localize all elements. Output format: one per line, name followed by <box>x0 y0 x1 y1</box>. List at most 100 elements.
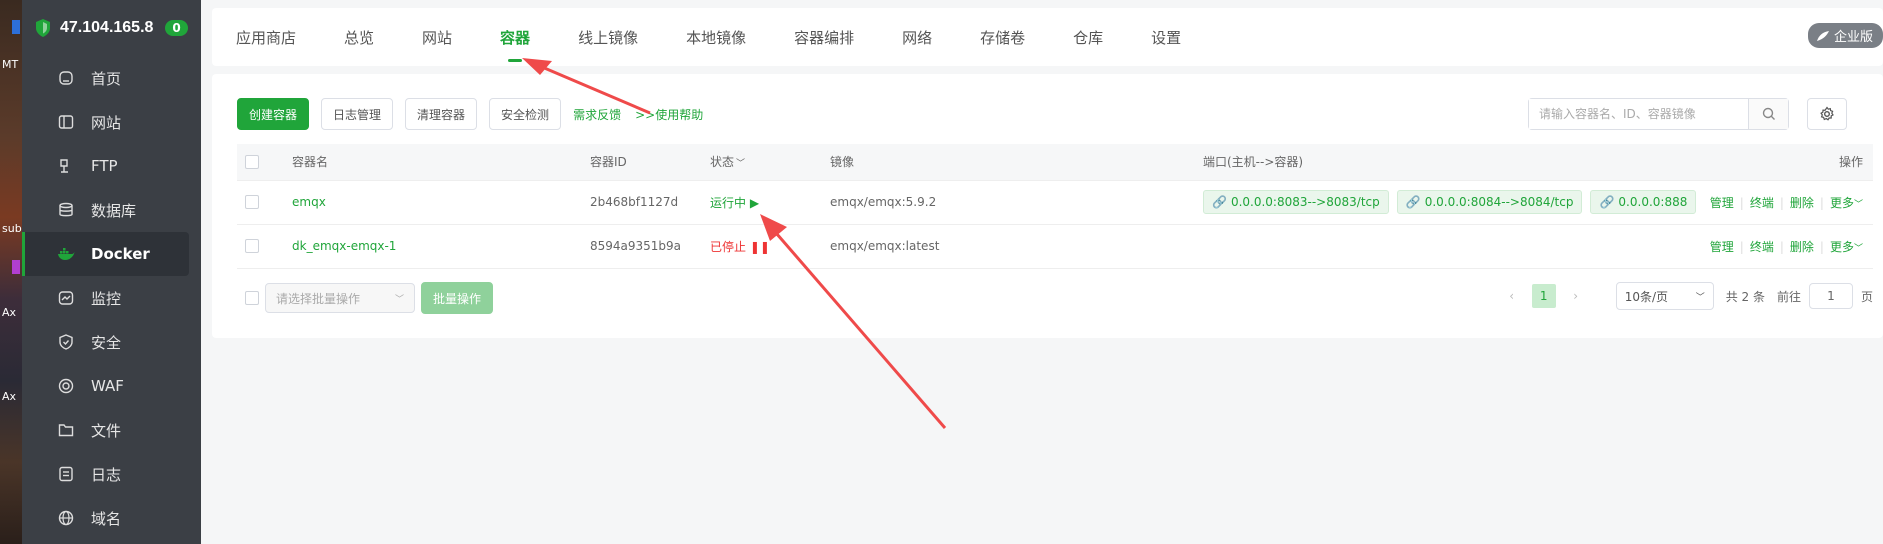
settings-button[interactable] <box>1807 98 1847 130</box>
manage-link[interactable]: 管理 <box>1710 196 1734 210</box>
container-image: emqx/emqx:5.9.2 <box>830 180 1203 225</box>
create-container-button[interactable]: 创建容器 <box>237 98 310 130</box>
table-row: emqx 2b468bf1127d 运行中 ▶ emqx/emqx:5.9.2 … <box>237 180 1873 225</box>
status-stopped[interactable]: 已停止 ❚❚ <box>710 240 770 254</box>
globe-icon <box>57 509 75 527</box>
container-name-link[interactable]: emqx <box>292 195 326 209</box>
goto-page-input[interactable]: 1 <box>1808 283 1853 309</box>
table-row: dk_emqx-emqx-1 8594a9351b9a 已停止 ❚❚ emqx/… <box>237 224 1873 269</box>
monitor-icon <box>57 289 75 307</box>
status-label: 运行中 <box>710 195 747 210</box>
sidebar-item-monitor[interactable]: 监控 <box>22 276 201 320</box>
sidebar-item-logs[interactable]: 日志 <box>22 452 201 496</box>
port-tag[interactable]: 🔗 0.0.0.0:8083-->8083/tcp <box>1203 190 1389 214</box>
tab-volumes[interactable]: 存储卷 <box>980 27 1025 48</box>
status-label: 已停止 <box>710 239 747 254</box>
desktop-background: MT sub Ax Ax <box>0 0 22 544</box>
port-tag-label: 0.0.0.0:8084-->8084/tcp <box>1424 195 1574 209</box>
tab-compose[interactable]: 容器编排 <box>794 27 854 48</box>
tab-settings[interactable]: 设置 <box>1151 27 1181 48</box>
desktop-label: Ax <box>2 390 17 403</box>
pause-icon: ❚❚ <box>749 239 770 254</box>
port-tag[interactable]: 🔗 0.0.0.0:888 <box>1590 190 1697 214</box>
select-all-checkbox[interactable] <box>245 155 259 169</box>
log-management-button[interactable]: 日志管理 <box>321 98 394 130</box>
col-image: 镜像 <box>830 144 1203 181</box>
container-search <box>1528 98 1789 130</box>
sidebar-item-home[interactable]: 首页 <box>22 56 201 100</box>
search-input[interactable] <box>1529 99 1748 129</box>
page-size-select[interactable]: 10条/页 ﹀ <box>1615 282 1714 310</box>
enterprise-icon <box>1816 30 1829 41</box>
desktop-icon <box>12 260 20 274</box>
ftp-icon <box>57 157 75 175</box>
status-running[interactable]: 运行中 ▶ <box>710 196 759 210</box>
more-link[interactable]: 更多﹀ <box>1830 240 1863 254</box>
row-checkbox[interactable] <box>245 195 259 210</box>
col-status-label: 状态 <box>710 155 735 170</box>
server-ip: 47.104.165.8 <box>60 19 154 36</box>
delete-link[interactable]: 删除 <box>1790 240 1814 254</box>
sidebar-item-docker[interactable]: Docker <box>22 232 189 276</box>
sidebar-item-domain[interactable]: 域名 <box>22 496 201 540</box>
sidebar-header: 47.104.165.8 0 <box>22 0 201 56</box>
prev-page-button[interactable]: ‹ <box>1500 284 1524 308</box>
sidebar-item-database[interactable]: 数据库 <box>22 188 201 232</box>
delete-link[interactable]: 删除 <box>1790 196 1814 210</box>
link-icon: 🔗 <box>1599 195 1615 209</box>
next-page-button[interactable]: › <box>1564 284 1588 308</box>
tab-containers[interactable]: 容器 <box>500 27 530 48</box>
sidebar-item-label: FTP <box>91 157 118 175</box>
tab-local-images[interactable]: 本地镜像 <box>686 27 746 48</box>
container-id: 8594a9351b9a <box>590 224 710 269</box>
batch-action-button[interactable]: 批量操作 <box>421 282 494 314</box>
tab-online-images[interactable]: 线上镜像 <box>578 27 638 48</box>
goto-label: 前往 <box>1776 289 1801 304</box>
manage-link[interactable]: 管理 <box>1710 240 1734 254</box>
container-id: 2b468bf1127d <box>590 180 710 225</box>
website-icon <box>57 113 75 131</box>
tab-overview[interactable]: 总览 <box>344 27 374 48</box>
chevron-down-icon: ﹀ <box>736 159 746 170</box>
sidebar-item-files[interactable]: 文件 <box>22 408 201 452</box>
security-check-button[interactable]: 安全检测 <box>489 98 562 130</box>
sidebar-item-website[interactable]: 网站 <box>22 100 201 144</box>
docker-icon <box>57 245 75 263</box>
folder-icon <box>57 421 75 439</box>
sidebar-item-security[interactable]: 安全 <box>22 320 201 364</box>
batch-action-select[interactable]: 请选择批量操作 ﹀ <box>265 283 415 313</box>
col-ops: 操作 <box>1700 144 1873 181</box>
more-link[interactable]: 更多﹀ <box>1830 196 1863 210</box>
desktop-label: Ax <box>2 306 17 319</box>
alert-badge[interactable]: 0 <box>165 20 188 36</box>
gear-icon <box>1820 106 1834 121</box>
clean-containers-button[interactable]: 清理容器 <box>405 98 478 130</box>
sidebar-item-waf[interactable]: WAF <box>22 364 201 408</box>
help-link[interactable]: >>使用帮助 <box>635 106 703 123</box>
row-checkbox[interactable] <box>245 239 259 254</box>
enterprise-badge[interactable]: 企业版 <box>1807 23 1883 48</box>
tab-registry[interactable]: 仓库 <box>1073 27 1103 48</box>
desktop-icon <box>12 20 20 34</box>
search-button[interactable] <box>1748 99 1788 129</box>
more-label: 更多 <box>1829 239 1854 254</box>
terminal-link[interactable]: 终端 <box>1750 196 1774 210</box>
sidebar-item-label: 日志 <box>91 465 122 484</box>
tab-app-store[interactable]: 应用商店 <box>236 27 296 48</box>
port-tag[interactable]: 🔗 0.0.0.0:8084-->8084/tcp <box>1396 190 1583 214</box>
page-number[interactable]: 1 <box>1531 284 1556 308</box>
sidebar-item-label: 安全 <box>91 333 122 352</box>
port-tag-label: 0.0.0.0:888 <box>1618 195 1688 209</box>
sidebar-menu: 首页 网站 FTP 数据库 Docker 监控 安全 WAF 文件 日志 域名 <box>22 56 201 540</box>
tab-network-web[interactable]: 网站 <box>422 27 452 48</box>
port-tag-label: 0.0.0.0:8083-->8083/tcp <box>1230 195 1380 209</box>
terminal-link[interactable]: 终端 <box>1750 240 1774 254</box>
link-icon: 🔗 <box>1212 195 1227 209</box>
batch-select-checkbox[interactable] <box>245 291 259 305</box>
container-name-link[interactable]: dk_emqx-emqx-1 <box>292 239 396 253</box>
col-status[interactable]: 状态 ﹀ <box>710 144 830 181</box>
table-header-row: 容器名 容器ID 状态 ﹀ 镜像 端口(主机-->容器) 操作 <box>237 144 1873 181</box>
sidebar-item-ftp[interactable]: FTP <box>22 144 201 188</box>
feedback-link[interactable]: 需求反馈 <box>573 106 621 123</box>
tab-network[interactable]: 网络 <box>902 27 932 48</box>
